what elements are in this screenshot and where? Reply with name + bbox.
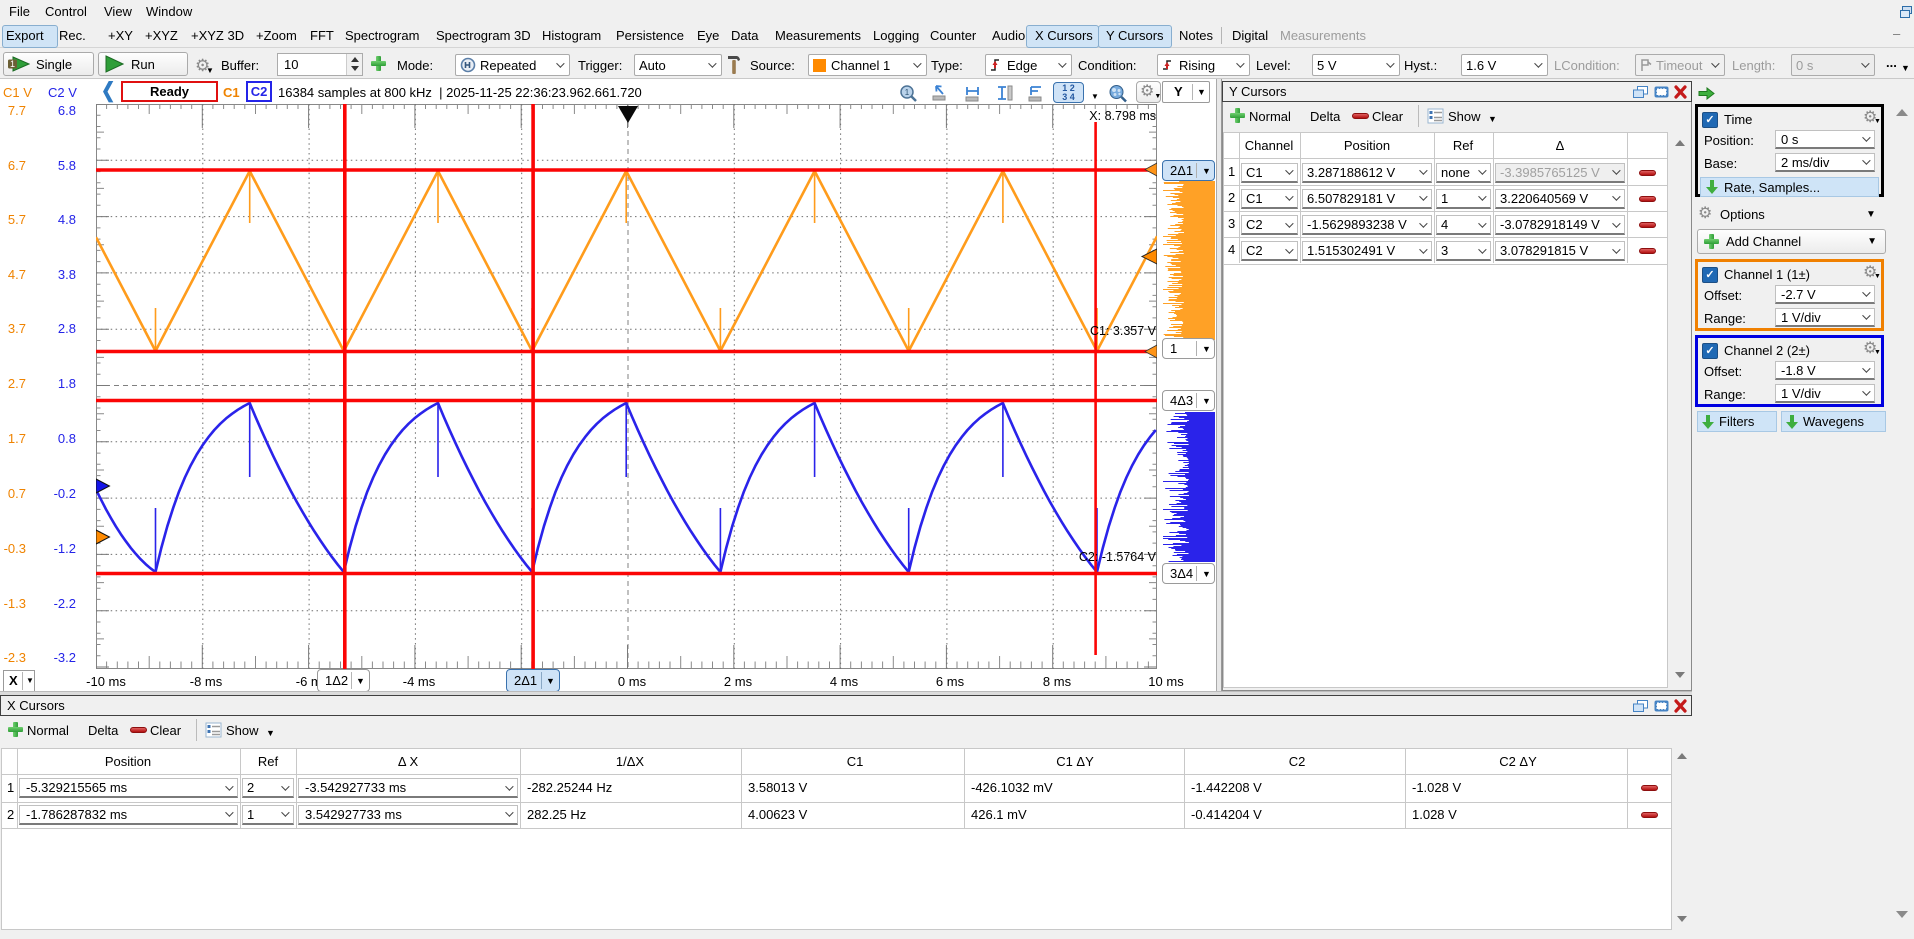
svg-text:1: 1 — [10, 59, 15, 69]
svg-text:1: 1 — [905, 88, 910, 97]
